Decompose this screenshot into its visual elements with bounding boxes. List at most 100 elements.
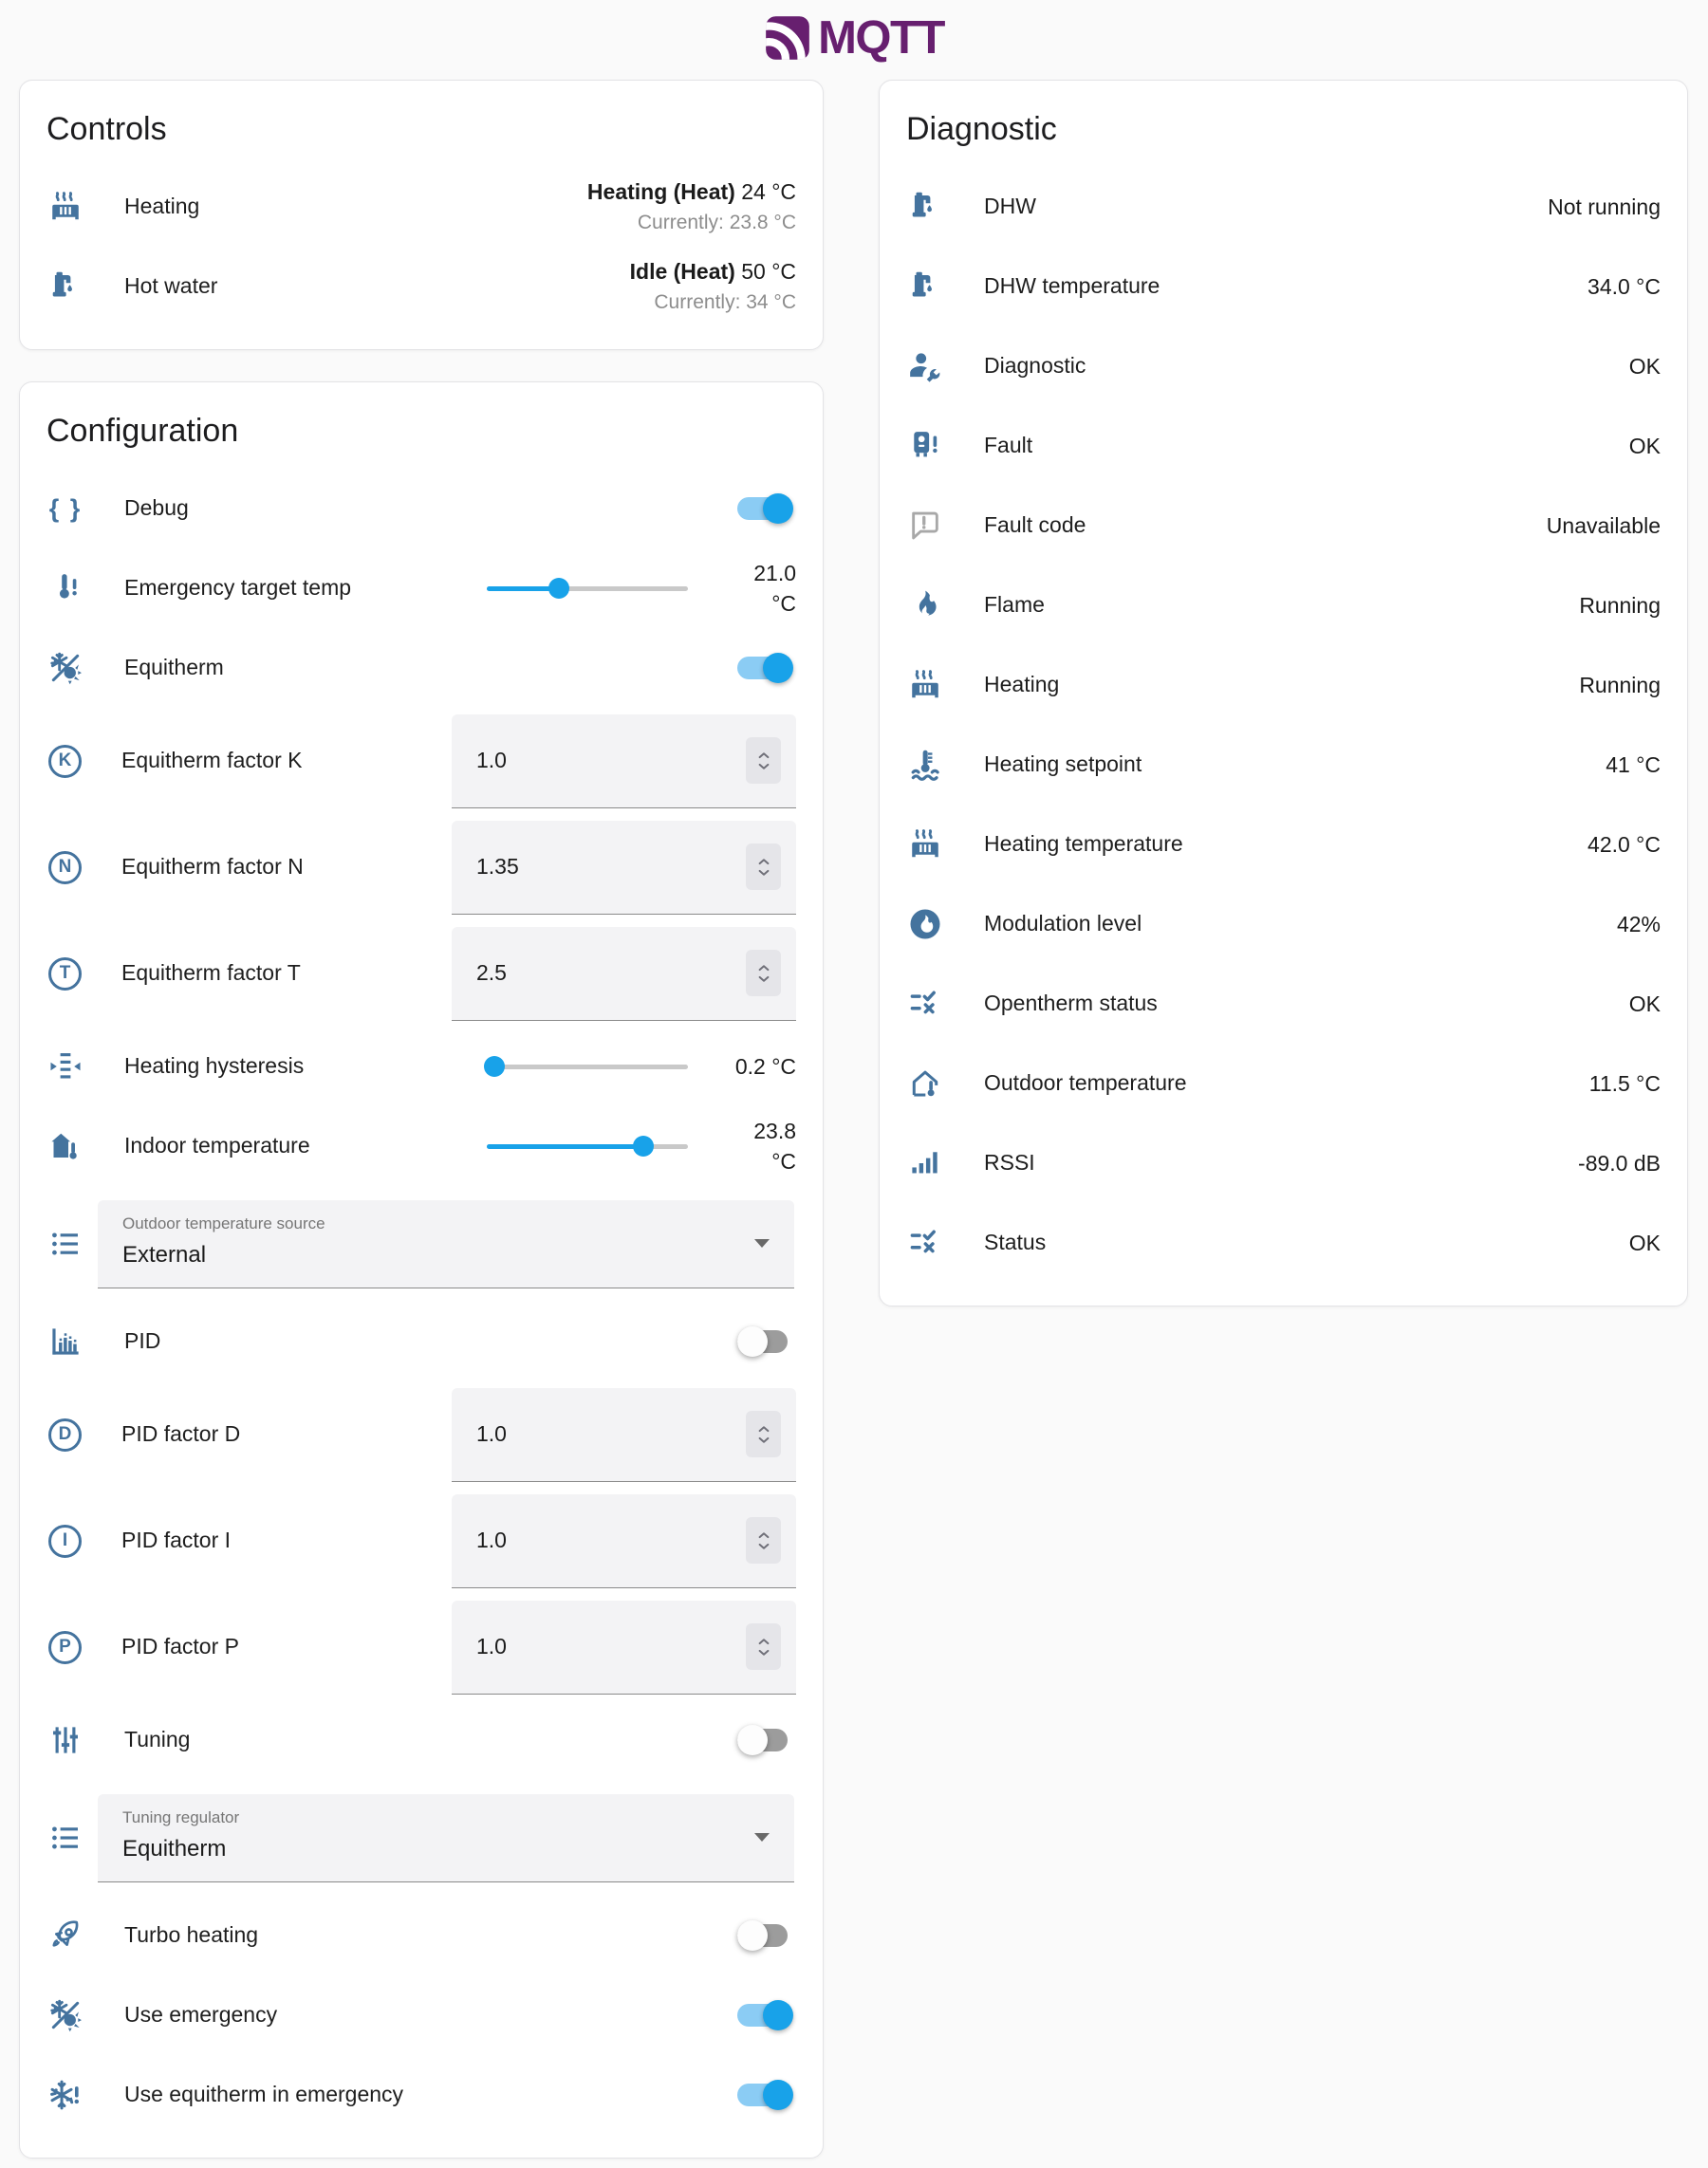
signal-icon: [906, 1145, 944, 1181]
value-line: 21.0: [701, 558, 796, 588]
indoor-temperature-value: 23.8°C: [701, 1116, 796, 1177]
row-label: PID factor I: [121, 1528, 452, 1554]
diagnostic-row-dhw-temperature[interactable]: DHW temperature34.0 °C: [906, 247, 1661, 326]
use-emergency-toggle[interactable]: [737, 1999, 794, 2031]
diagnostic-row-heating-setpoint[interactable]: Heating setpoint41 °C: [906, 725, 1661, 805]
row-label: Outdoor temperature: [984, 1070, 1589, 1097]
row-label: Opentherm status: [984, 991, 1629, 1017]
toggle-thumb: [737, 1920, 768, 1951]
diagnostic-row-status[interactable]: StatusOK: [906, 1203, 1661, 1283]
tuning-toggle[interactable]: [737, 1724, 794, 1756]
pid-factor-i-input[interactable]: 1.0: [452, 1494, 796, 1588]
equitherm-factor-k-input[interactable]: 1.0: [452, 714, 796, 808]
account-wrench-icon: [906, 348, 944, 384]
row-label: Heating setpoint: [984, 751, 1606, 778]
climate-target-temp: 24 °C: [735, 179, 796, 204]
config-row-equitherm-factor-k: KEquitherm factor K1.0: [46, 708, 796, 814]
slider-thumb[interactable]: [484, 1056, 505, 1077]
heating-value: Running: [1579, 673, 1661, 698]
diagnostic-row-outdoor-temperature[interactable]: Outdoor temperature11.5 °C: [906, 1044, 1661, 1123]
pid-factor-d-value: 1.0: [476, 1421, 746, 1447]
letter-i-circle-icon: I: [48, 1525, 82, 1558]
home-thermometer-icon: [46, 1128, 84, 1164]
diagnostic-rows: DHWNot runningDHW temperature34.0 °CDiag…: [906, 167, 1661, 1283]
diagnostic-row-opentherm-status[interactable]: Opentherm statusOK: [906, 964, 1661, 1044]
diagnostic-row-heating-temperature[interactable]: Heating temperature42.0 °C: [906, 805, 1661, 884]
home-thermometer-outline-icon: [906, 1065, 944, 1102]
slider-thumb[interactable]: [548, 578, 569, 599]
arrow-collapse-horizontal-icon: [46, 1048, 84, 1084]
number-stepper[interactable]: [746, 1517, 781, 1564]
use-equitherm-in-emergency-toggle[interactable]: [737, 2079, 794, 2111]
fire-circle-icon: [906, 906, 944, 942]
turbo-heating-toggle[interactable]: [737, 1919, 794, 1952]
diagnostic-row-modulation-level[interactable]: Modulation level42%: [906, 884, 1661, 964]
row-label: Heating: [124, 194, 587, 220]
number-stepper[interactable]: [746, 737, 781, 784]
tuning-regulator-select[interactable]: Tuning regulatorEquitherm: [98, 1794, 794, 1882]
equitherm-toggle[interactable]: [737, 652, 794, 684]
radiator-icon: [906, 667, 944, 703]
emergency-target-temp-slider[interactable]: [487, 572, 688, 604]
equitherm-factor-n-value: 1.35: [476, 854, 746, 880]
equitherm-factor-t-input[interactable]: 2.5: [452, 927, 796, 1021]
config-row-pid: PID: [46, 1302, 796, 1381]
indoor-temperature-slider[interactable]: [487, 1130, 688, 1162]
diagnostic-card-title: Diagnostic: [906, 111, 1661, 148]
row-label: Modulation level: [984, 911, 1617, 937]
config-row-tuning-regulator: Tuning regulatorEquitherm: [46, 1780, 796, 1896]
row-label: Emergency target temp: [124, 575, 487, 602]
radiator-icon: [906, 826, 944, 862]
dhw-temperature-value: 34.0 °C: [1587, 274, 1661, 300]
letter-p-circle-icon: P: [48, 1631, 82, 1664]
modulation-level-value: 42%: [1617, 912, 1661, 937]
control-row-heating[interactable]: HeatingHeating (Heat) 24 °C Currently: 23…: [46, 167, 796, 247]
rssi-value: -89.0 dB: [1578, 1151, 1661, 1177]
number-stepper[interactable]: [746, 1411, 781, 1457]
thermometer-alert-icon: [46, 570, 84, 606]
toggle-thumb: [737, 1326, 768, 1357]
diagnostic-row-fault-code[interactable]: Fault codeUnavailable: [906, 486, 1661, 565]
message-alert-icon: [906, 508, 944, 544]
diagnostic-row-heating[interactable]: HeatingRunning: [906, 645, 1661, 725]
pid-factor-d-input[interactable]: 1.0: [452, 1388, 796, 1482]
configuration-card-title: Configuration: [46, 413, 796, 450]
mqtt-logo: MQTT: [764, 11, 944, 65]
controls-card-title: Controls: [46, 111, 796, 148]
row-label: Turbo heating: [124, 1922, 737, 1949]
diagnostic-value: OK: [1629, 354, 1661, 380]
heating-hysteresis-slider[interactable]: [487, 1050, 688, 1083]
row-label: Use equitherm in emergency: [124, 2082, 737, 2108]
diagnostic-row-fault[interactable]: FaultOK: [906, 406, 1661, 486]
code-braces-icon: { }: [46, 494, 84, 524]
diagnostic-row-dhw[interactable]: DHWNot running: [906, 167, 1661, 247]
letter-d-circle-icon: D: [48, 1418, 82, 1452]
pid-toggle[interactable]: [737, 1325, 794, 1358]
controls-rows: HeatingHeating (Heat) 24 °C Currently: 23…: [46, 167, 796, 326]
pid-factor-p-input[interactable]: 1.0: [452, 1601, 796, 1695]
climate-state-line: Heating (Heat) 24 °C: [587, 179, 796, 205]
diagnostic-row-rssi[interactable]: RSSI-89.0 dB: [906, 1123, 1661, 1203]
slider-track: [487, 1065, 688, 1069]
number-stepper[interactable]: [746, 950, 781, 996]
number-stepper[interactable]: [746, 843, 781, 890]
equitherm-factor-n-input[interactable]: 1.35: [452, 821, 796, 915]
climate-current-temp: Currently: 23.8 °C: [587, 212, 796, 234]
number-stepper[interactable]: [746, 1623, 781, 1670]
debug-toggle[interactable]: [737, 492, 794, 525]
select-value: External: [122, 1242, 770, 1269]
row-label: Fault code: [984, 512, 1547, 539]
slider-thumb[interactable]: [633, 1136, 654, 1157]
config-row-indoor-temperature: Indoor temperature23.8°C: [46, 1106, 796, 1186]
config-row-turbo-heating: Turbo heating: [46, 1896, 796, 1975]
diagnostic-row-flame[interactable]: FlameRunning: [906, 565, 1661, 645]
row-label: Heating hysteresis: [124, 1053, 487, 1080]
row-label: DHW: [984, 194, 1548, 220]
row-label: Equitherm factor K: [121, 748, 452, 774]
config-row-debug: { }Debug: [46, 469, 796, 548]
outdoor-temperature-source-select[interactable]: Outdoor temperature sourceExternal: [98, 1200, 794, 1288]
control-row-hot-water[interactable]: Hot waterIdle (Heat) 50 °CCurrently: 34 …: [46, 247, 796, 326]
opentherm-status-value: OK: [1629, 991, 1661, 1017]
config-row-tuning: Tuning: [46, 1700, 796, 1780]
diagnostic-row-diagnostic[interactable]: DiagnosticOK: [906, 326, 1661, 406]
